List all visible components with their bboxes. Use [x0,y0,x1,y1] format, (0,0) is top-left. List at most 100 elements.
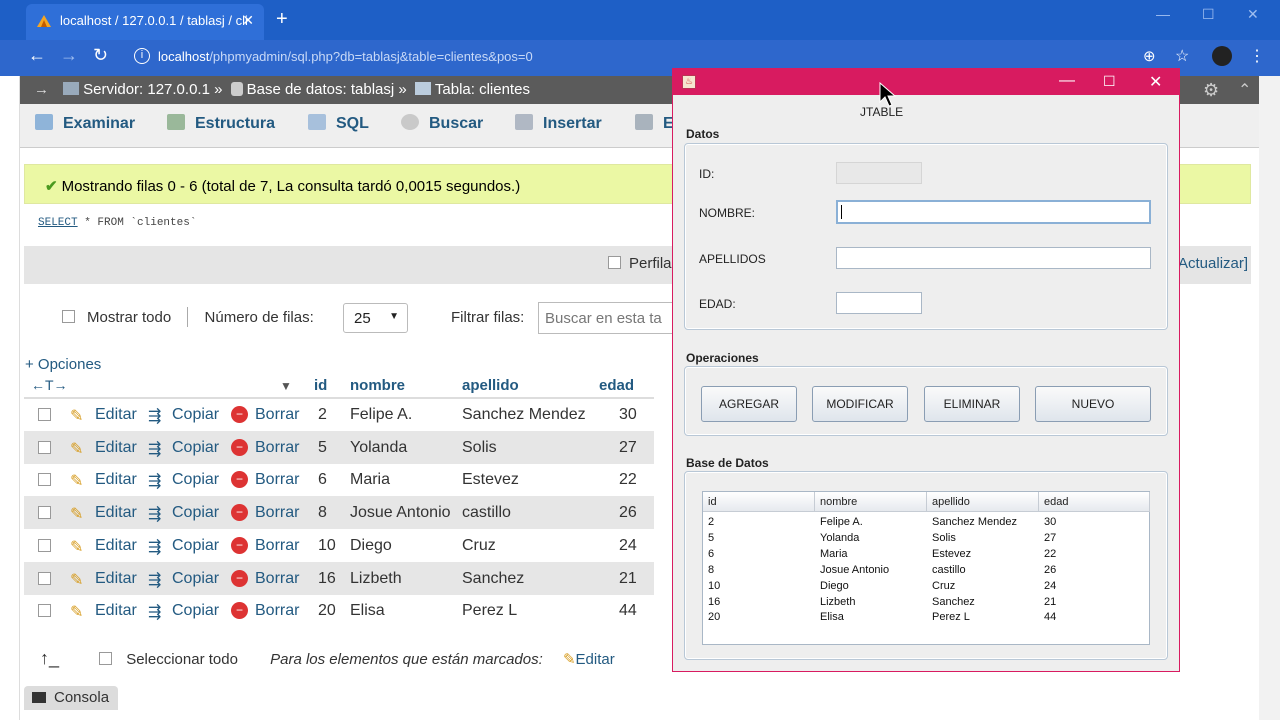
sort-dropdown-icon[interactable]: ▼ [280,379,292,393]
select-all-checkbox[interactable] [99,652,113,665]
col-header-apellido[interactable]: apellido [462,377,519,394]
edit-link[interactable]: Editar [95,570,137,588]
nombre-field[interactable] [836,200,1151,224]
browser-tab[interactable]: localhost / 127.0.0.1 / tablasj / cli ✕ [26,4,264,40]
jtable-cell[interactable]: 20 [708,611,720,623]
breadcrumb-server[interactable]: Servidor: 127.0.0.1 » [83,81,222,98]
edit-link[interactable]: Editar [95,471,137,489]
breadcrumb-table[interactable]: Tabla: clientes [435,81,530,98]
row-checkbox[interactable] [38,473,51,487]
num-rows-select[interactable]: 25 ▼ [343,303,408,333]
jtable-cell[interactable]: Sanchez [932,596,975,608]
edit-link[interactable]: Editar [95,602,137,620]
collapse-arrow-icon[interactable]: → [34,81,49,98]
eliminar-button[interactable]: ELIMINAR [924,386,1020,422]
profiling-option[interactable]: Perfila [608,255,672,272]
tab-insertar[interactable]: Insertar [515,114,602,133]
delete-link[interactable]: Borrar [255,439,299,457]
profile-avatar[interactable] [1212,46,1232,66]
sql-keyword[interactable]: SELECT [38,217,78,229]
info-icon[interactable]: i [134,48,150,64]
copy-link[interactable]: Copiar [172,504,219,522]
jtable-cell[interactable]: 22 [1044,548,1056,560]
url-field[interactable]: i localhost/phpmyadmin/sql.php?db=tablas… [126,44,1198,70]
col-header-nombre[interactable]: nombre [350,377,405,394]
jtable-cell[interactable]: 10 [708,580,720,592]
row-checkbox[interactable] [38,408,51,421]
copy-link[interactable]: Copiar [172,602,219,620]
apellidos-field[interactable] [836,247,1151,269]
delete-link[interactable]: Borrar [255,570,299,588]
close-window-icon[interactable]: ✕ [1247,6,1259,23]
jtable-cell[interactable]: Perez L [932,611,970,623]
jtable-header-2[interactable]: apellido [927,492,1039,512]
bulk-edit-button[interactable]: Editar [576,651,615,668]
zoom-icon[interactable]: ⊕ [1143,47,1156,65]
delete-link[interactable]: Borrar [255,537,299,555]
forward-icon[interactable]: → [60,45,78,66]
back-icon[interactable]: ← [28,45,46,66]
edit-link[interactable]: Editar [95,537,137,555]
edit-link[interactable]: Editar [95,406,137,424]
row-checkbox[interactable] [38,571,51,585]
jtable-cell[interactable]: Josue Antonio [820,564,889,576]
delete-link[interactable]: Borrar [255,406,299,424]
jtable-cell[interactable]: 21 [1044,596,1056,608]
jtable-cell[interactable]: 5 [708,532,714,544]
jtable-cell[interactable]: 27 [1044,532,1056,544]
scrollbar[interactable] [1259,76,1280,720]
tab-estructura[interactable]: Estructura [167,114,275,133]
modificar-button[interactable]: MODIFICAR [812,386,908,422]
jtable-cell[interactable]: 24 [1044,580,1056,592]
refresh-link[interactable]: Actualizar] [1178,255,1248,272]
jtable-cell[interactable]: Diego [820,580,849,592]
col-header-id[interactable]: id [314,377,327,394]
tab-sql[interactable]: SQL [308,114,369,133]
jtable-cell[interactable]: Elisa [820,611,844,623]
window-minimize-icon[interactable]: — [1059,72,1075,90]
delete-link[interactable]: Borrar [255,471,299,489]
collapse-up-icon[interactable]: ⌃ [1238,80,1251,100]
maximize-icon[interactable]: ☐ [1202,6,1215,23]
jtable-cell[interactable]: Cruz [932,580,955,592]
jtable-cell[interactable]: 44 [1044,611,1056,623]
nuevo-button[interactable]: NUEVO [1035,386,1151,422]
options-link[interactable]: + Opciones [25,356,101,373]
jtable-cell[interactable]: castillo [932,564,966,576]
copy-link[interactable]: Copiar [172,537,219,555]
copy-link[interactable]: Copiar [172,471,219,489]
copy-link[interactable]: Copiar [172,406,219,424]
edit-link[interactable]: Editar [95,439,137,457]
console-tab[interactable]: Consola [24,686,118,710]
new-tab-icon[interactable]: + [276,8,288,31]
jtable-cell[interactable]: 2 [708,516,714,528]
minimize-icon[interactable]: — [1156,6,1170,22]
jtable-header-1[interactable]: nombre [815,492,927,512]
select-all-label[interactable]: Seleccionar todo [126,651,238,668]
filter-input[interactable]: Buscar en esta ta [538,302,678,334]
jtable-cell[interactable]: Felipe A. [820,516,863,528]
tab-buscar[interactable]: Buscar [401,114,483,133]
agregar-button[interactable]: AGREGAR [701,386,797,422]
bookmark-star-icon[interactable]: ☆ [1175,46,1189,66]
jtable-cell[interactable]: Estevez [932,548,971,560]
jtable-cell[interactable]: 8 [708,564,714,576]
window-title-bar[interactable]: ♨ — ☐ ✕ [673,69,1179,95]
jtable-cell[interactable]: Sanchez Mendez [932,516,1017,528]
copy-link[interactable]: Copiar [172,439,219,457]
delete-link[interactable]: Borrar [255,602,299,620]
column-resize-arrows-icon[interactable]: ←T→ [31,377,68,393]
menu-icon[interactable]: ⋮ [1249,46,1265,66]
tab-examinar[interactable]: Examinar [35,114,135,133]
row-checkbox[interactable] [38,604,51,618]
reload-icon[interactable]: ↻ [93,45,108,66]
jtable-cell[interactable]: Yolanda [820,532,859,544]
tab-export[interactable]: E [635,114,674,133]
jtable-cell[interactable]: 30 [1044,516,1056,528]
jtable-header-3[interactable]: edad [1039,492,1150,512]
jtable-cell[interactable]: 6 [708,548,714,560]
edit-link[interactable]: Editar [95,504,137,522]
jtable-cell[interactable]: 26 [1044,564,1056,576]
row-checkbox[interactable] [38,440,51,454]
jtable-cell[interactable]: Maria [820,548,848,560]
